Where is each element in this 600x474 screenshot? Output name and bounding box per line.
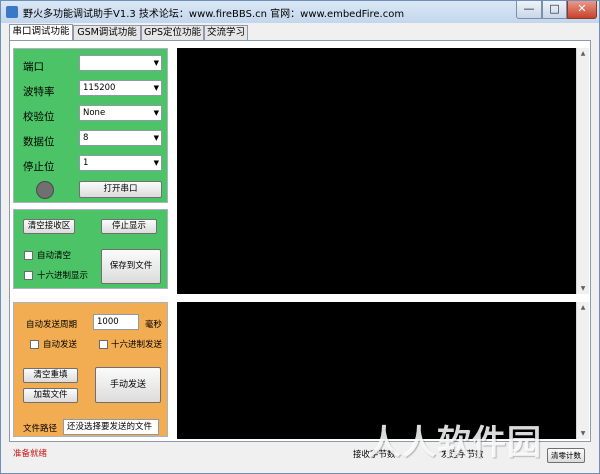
- watermark-logo: 人人软件园: [367, 423, 542, 463]
- baud-value: 115200: [83, 83, 116, 93]
- dropdown-arrow-icon: ▼: [153, 159, 159, 167]
- auto-send-checkbox[interactable]: [30, 340, 39, 349]
- auto-clear-label: 自动清空: [37, 251, 72, 261]
- hex-send-label: 十六进制发送: [111, 340, 163, 350]
- databits-label: 数据位: [23, 136, 55, 148]
- port-select[interactable]: ▼: [79, 55, 162, 71]
- send-scrollbar[interactable]: ▲ ▼: [576, 302, 589, 439]
- period-unit: 毫秒: [145, 320, 163, 330]
- hex-display-label: 十六进制显示: [37, 271, 89, 281]
- parity-label: 校验位: [23, 111, 55, 123]
- minimize-button[interactable]: —: [516, 1, 542, 19]
- close-button[interactable]: ✕: [567, 1, 597, 19]
- file-path-input[interactable]: 还没选择要发送的文件: [63, 419, 159, 435]
- auto-clear-checkbox[interactable]: [24, 251, 33, 260]
- hex-display-checkbox[interactable]: [24, 271, 33, 280]
- app-icon: [6, 6, 18, 18]
- stopbits-label: 停止位: [23, 161, 55, 173]
- scroll-down-icon[interactable]: ▼: [577, 285, 589, 292]
- scroll-up-icon[interactable]: ▲: [577, 304, 589, 311]
- tab-gsm[interactable]: GSM调试功能: [73, 25, 141, 40]
- title-bar[interactable]: 野火多功能调试助手V1.3 技术论坛：www.fireBBS.cn 官网：www…: [1, 1, 599, 23]
- stopbits-value: 1: [83, 158, 89, 168]
- scroll-down-icon[interactable]: ▼: [577, 430, 589, 437]
- parity-value: None: [83, 108, 106, 118]
- clear-refill-button[interactable]: 清空重填: [23, 368, 78, 383]
- manual-send-button[interactable]: 手动发送: [95, 367, 161, 403]
- clear-receive-button[interactable]: 清空接收区: [23, 219, 75, 234]
- period-input[interactable]: 1000: [93, 314, 139, 330]
- dropdown-arrow-icon: ▼: [153, 109, 159, 117]
- parity-select[interactable]: None ▼: [79, 105, 162, 121]
- file-path-label: 文件路径: [23, 424, 58, 434]
- tab-gps[interactable]: GPS定位功能: [141, 25, 204, 40]
- tab-serial[interactable]: 串口调试功能: [9, 24, 73, 41]
- period-label: 自动发送周期: [26, 320, 78, 330]
- databits-value: 8: [83, 133, 89, 143]
- load-file-button[interactable]: 加载文件: [23, 388, 78, 403]
- dropdown-arrow-icon: ▼: [153, 59, 159, 67]
- baud-select[interactable]: 115200 ▼: [79, 80, 162, 96]
- receive-scrollbar[interactable]: ▲ ▼: [576, 48, 589, 294]
- stop-display-button[interactable]: 停止显示: [101, 219, 157, 234]
- dropdown-arrow-icon: ▼: [153, 134, 159, 142]
- status-text: 准备就绪: [13, 449, 48, 459]
- window-title: 野火多功能调试助手V1.3 技术论坛：www.fireBBS.cn 官网：www…: [23, 9, 405, 20]
- port-status-indicator: [36, 181, 54, 199]
- dropdown-arrow-icon: ▼: [153, 84, 159, 92]
- scroll-up-icon[interactable]: ▲: [577, 50, 589, 57]
- receive-display[interactable]: [177, 48, 576, 294]
- maximize-button[interactable]: □: [542, 1, 567, 19]
- baud-label: 波特率: [23, 86, 55, 98]
- tab-community[interactable]: 交流学习: [204, 25, 248, 40]
- save-to-file-button[interactable]: 保存到文件: [101, 249, 161, 284]
- main-window: 野火多功能调试助手V1.3 技术论坛：www.fireBBS.cn 官网：www…: [0, 0, 600, 474]
- hex-send-checkbox[interactable]: [99, 340, 108, 349]
- databits-select[interactable]: 8 ▼: [79, 130, 162, 146]
- open-port-button[interactable]: 打开串口: [79, 181, 162, 198]
- stopbits-select[interactable]: 1 ▼: [79, 155, 162, 171]
- port-label: 端口: [23, 61, 44, 73]
- auto-send-label: 自动发送: [43, 340, 78, 350]
- reset-count-button[interactable]: 清零计数: [547, 448, 585, 463]
